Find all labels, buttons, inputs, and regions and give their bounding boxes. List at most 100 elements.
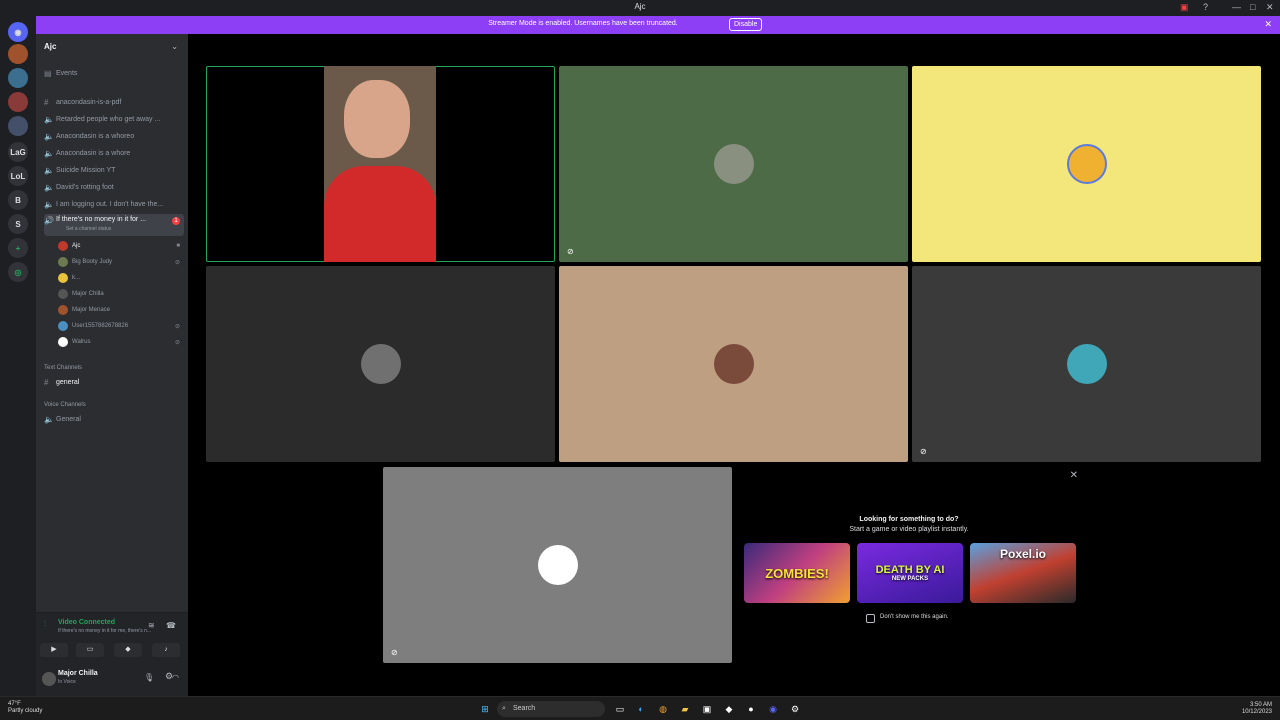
chrome-icon[interactable]: ◍ xyxy=(656,702,670,716)
voice-user[interactable]: User1557882678826 ⊘ xyxy=(58,319,182,333)
channel-item[interactable]: 🔈 I am logging out. I don't have the... xyxy=(44,197,184,211)
channel-item[interactable]: # anacondasin-is-a-pdf xyxy=(44,95,184,109)
gear-icon[interactable]: ⚙ xyxy=(165,671,173,682)
video-tile[interactable]: ⊘ xyxy=(559,66,908,262)
inbox-icon[interactable]: ▣ xyxy=(1180,2,1189,13)
voice-status: Video Connected xyxy=(58,619,116,626)
screen-share-button[interactable]: ▭ xyxy=(76,643,104,657)
avatar xyxy=(58,321,68,331)
server-icon-2[interactable] xyxy=(8,68,28,88)
windows-start-icon[interactable]: ⊞ xyxy=(478,702,492,716)
noise-suppression-icon[interactable]: ≋ xyxy=(148,621,155,630)
settings-icon[interactable]: ⚙ xyxy=(788,702,802,716)
voice-user[interactable]: k... xyxy=(58,271,182,285)
discord-home-icon[interactable]: ◉ xyxy=(8,22,28,42)
channel-item[interactable]: 🔈 David's rotting foot xyxy=(44,180,184,194)
disconnect-icon[interactable]: ☎ xyxy=(166,621,176,630)
category-text-channels[interactable]: Text Channels xyxy=(44,365,82,371)
channel-item[interactable]: 🔈 Anacondasin is a whore xyxy=(44,146,184,160)
camera-button[interactable]: ▶ xyxy=(40,643,68,657)
speaker-icon: 🔈 xyxy=(44,165,54,175)
video-tile[interactable] xyxy=(206,266,555,462)
channel-item[interactable]: 🔈 Anacondasin is a whoreo xyxy=(44,129,184,143)
app-icon[interactable]: ● xyxy=(744,702,758,716)
channel-item[interactable]: 🔈 Retarded people who get away ... xyxy=(44,112,184,126)
wolf-avatar xyxy=(713,144,754,184)
close-icon[interactable]: ✕ xyxy=(1070,470,1078,481)
server-icon-4[interactable] xyxy=(8,116,28,136)
category-voice-channels[interactable]: Voice Channels xyxy=(44,402,86,408)
voice-channel-general[interactable]: 🔈 General xyxy=(44,412,184,426)
edge-icon[interactable]: ◐ xyxy=(634,702,648,716)
mic-muted-icon: ⊘ xyxy=(920,447,927,456)
video-tile[interactable] xyxy=(206,66,555,262)
task-view-icon[interactable]: ▭ xyxy=(613,702,627,716)
avatar[interactable] xyxy=(42,672,56,686)
avatar xyxy=(58,289,68,299)
close-window-button[interactable]: ✕ xyxy=(1266,2,1274,13)
activity-card-zombies[interactable]: ZOMBIES! xyxy=(744,543,850,603)
dont-show-label[interactable]: Don't show me this again. xyxy=(880,614,949,620)
channel-sidebar: Ajc ⌄ ▤ Events # anacondasin-is-a-pdf 🔈 Ret… xyxy=(36,34,188,696)
banner-message: Streamer Mode is enabled. Usernames have… xyxy=(488,20,678,27)
server-icon-b[interactable]: B xyxy=(8,190,28,210)
soundboard-button[interactable]: ♪ xyxy=(152,643,180,657)
video-tile[interactable]: ⊘ xyxy=(912,266,1261,462)
server-icon-lag[interactable]: LaG xyxy=(8,142,28,162)
channel-status[interactable]: Set a channel status xyxy=(66,226,111,232)
active-voice-channel[interactable]: 🔊 If there's no money in it for ... Set a… xyxy=(44,214,184,236)
channel-item[interactable]: 🔈 Suicide Mission YT xyxy=(44,163,184,177)
discover-icon[interactable]: ◎ xyxy=(8,262,28,282)
video-tile[interactable]: ⊘ xyxy=(383,467,732,663)
server-icon-s[interactable]: S xyxy=(8,214,28,234)
avatar xyxy=(58,241,68,251)
video-tile[interactable] xyxy=(559,266,908,462)
activity-card-death-by-ai[interactable]: DEATH BY AI NEW PACKS xyxy=(857,543,963,603)
user-name[interactable]: Major Chilla xyxy=(58,670,98,677)
weather-widget[interactable]: 47°F Partly cloudy xyxy=(8,701,42,715)
dont-show-checkbox[interactable] xyxy=(866,614,875,623)
add-server-icon[interactable]: + xyxy=(8,238,28,258)
channel-item-general[interactable]: # general xyxy=(44,375,184,389)
file-explorer-icon[interactable]: ▰ xyxy=(678,702,692,716)
signal-icon[interactable]: ⫶ xyxy=(44,619,46,629)
avatar xyxy=(58,337,68,347)
events-item[interactable]: ▤ Events xyxy=(44,66,184,80)
system-clock[interactable]: 3:50 AM 10/12/2023 xyxy=(1242,702,1272,716)
mic-muted-icon: ⊘ xyxy=(567,247,574,256)
microphone-icon[interactable]: 🎙 xyxy=(144,673,154,682)
speaker-icon: 🔊 xyxy=(44,216,54,225)
voice-user[interactable]: Major Chilla xyxy=(58,287,182,301)
stickman-avatar xyxy=(537,545,578,585)
close-banner-icon[interactable]: ✕ xyxy=(1264,19,1272,30)
activity-suggestion-popup: ✕ Looking for something to do? Start a g… xyxy=(732,466,1086,662)
popup-subheading: Start a game or video playlist instantly… xyxy=(849,526,969,533)
activity-button[interactable]: ◆ xyxy=(114,643,142,657)
avatar xyxy=(58,305,68,315)
camera-icon: ■ xyxy=(176,243,180,249)
discord-taskbar-icon[interactable]: ◉ xyxy=(766,702,780,716)
store-icon[interactable]: ▣ xyxy=(700,702,714,716)
windows-taskbar: 47°F Partly cloudy ⊞ ⌕ Search ▭ ◐ ◍ ▰ ▣ ◆ … xyxy=(0,696,1280,720)
speaker-icon: 🔈 xyxy=(44,131,54,141)
minimize-button[interactable]: — xyxy=(1232,2,1241,12)
app-icon[interactable]: ◆ xyxy=(722,702,736,716)
maximize-button[interactable]: □ xyxy=(1250,2,1255,12)
server-name[interactable]: Ajc xyxy=(44,42,56,51)
voice-user[interactable]: Ajc ■ xyxy=(58,239,182,253)
voice-user[interactable]: Big Booty Judy ⊘ xyxy=(58,255,182,269)
chevron-down-icon[interactable]: ⌄ xyxy=(171,42,178,51)
server-icon-3[interactable] xyxy=(8,92,28,112)
voice-user[interactable]: Walrus ⊘ xyxy=(58,335,182,349)
server-icon-1[interactable] xyxy=(8,44,28,64)
search-box[interactable]: ⌕ Search xyxy=(497,701,605,717)
server-icon-lol[interactable]: LoL xyxy=(8,166,28,186)
voice-user[interactable]: Major Menace xyxy=(58,303,182,317)
help-icon[interactable]: ? xyxy=(1203,2,1208,12)
activity-card-poxel[interactable]: Poxel.io xyxy=(970,543,1076,603)
disable-button[interactable]: Disable xyxy=(729,18,763,31)
mic-muted-icon: ⊘ xyxy=(174,259,180,266)
speaker-icon: 🔈 xyxy=(44,414,54,424)
video-tile[interactable] xyxy=(912,66,1261,262)
calendar-icon: ▤ xyxy=(44,68,52,78)
